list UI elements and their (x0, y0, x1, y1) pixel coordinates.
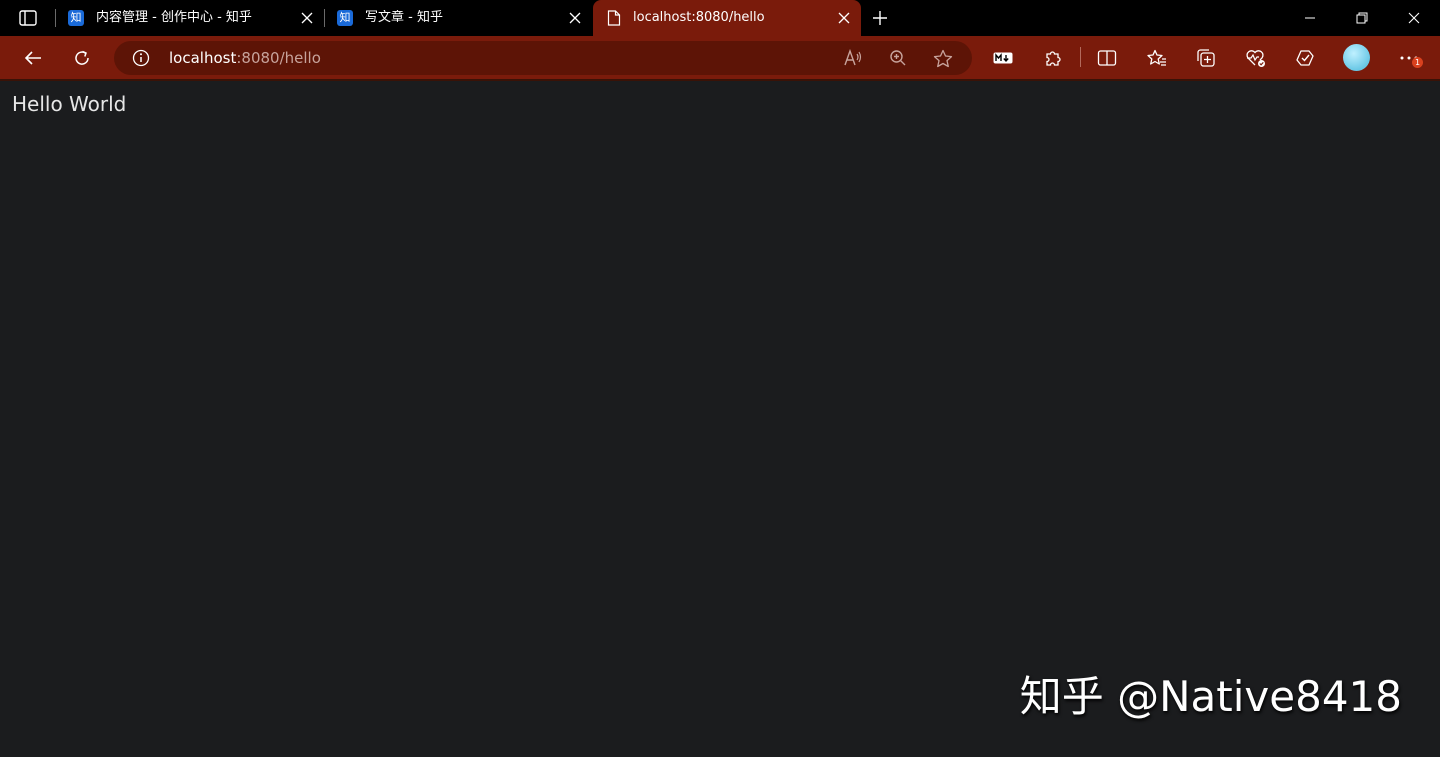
zoom-button[interactable] (883, 43, 913, 73)
address-bar[interactable]: localhost:8080/hello (114, 41, 972, 75)
page-viewport: Hello World 知乎 @Native8418 (0, 81, 1440, 757)
minimize-button[interactable] (1284, 0, 1336, 36)
collections-button[interactable] (1189, 41, 1223, 75)
extensions-button[interactable] (1036, 41, 1070, 75)
zhihu-icon: 知 (68, 10, 84, 26)
plus-icon (872, 10, 888, 26)
close-tab-icon[interactable] (298, 9, 316, 27)
favorites-button[interactable] (1140, 41, 1174, 75)
notification-badge: 1 (1412, 57, 1423, 68)
tab-actions-menu-button[interactable] (12, 6, 44, 30)
close-window-button[interactable] (1388, 0, 1440, 36)
restore-icon (1356, 12, 1368, 24)
refresh-button[interactable] (65, 41, 99, 75)
read-aloud-icon (843, 49, 863, 67)
favorites-icon (1147, 49, 1167, 68)
favorite-button[interactable] (928, 43, 958, 73)
browser-essentials-button[interactable] (1239, 41, 1273, 75)
markdown-extension-button[interactable] (986, 41, 1020, 75)
zoom-in-icon (889, 49, 907, 67)
arrow-left-icon (24, 50, 42, 66)
close-icon (1408, 12, 1420, 24)
refresh-icon (73, 49, 91, 67)
copilot-button[interactable] (1288, 41, 1322, 75)
url-host: localhost (169, 49, 237, 67)
profile-avatar[interactable] (1343, 44, 1370, 71)
document-icon (607, 10, 621, 26)
tab-title: 内容管理 - 创作中心 - 知乎 (96, 10, 252, 25)
restore-button[interactable] (1336, 0, 1388, 36)
copilot-icon (1295, 48, 1315, 68)
tab-localhost-hello[interactable]: localhost:8080/hello (593, 0, 861, 36)
browser-toolbar: localhost:8080/hello 1 (0, 36, 1440, 79)
tab-title: localhost:8080/hello (633, 10, 765, 25)
read-aloud-button[interactable] (838, 43, 868, 73)
zhihu-icon: 知 (337, 10, 353, 26)
collections-icon (1196, 48, 1216, 68)
back-button[interactable] (16, 41, 50, 75)
puzzle-icon (1043, 48, 1063, 68)
url-text[interactable]: localhost:8080/hello (169, 49, 321, 67)
close-tab-icon[interactable] (835, 9, 853, 27)
star-icon (933, 49, 953, 68)
tab-actions-icon (19, 10, 37, 26)
minimize-icon (1304, 12, 1316, 24)
split-screen-button[interactable] (1090, 41, 1124, 75)
heart-pulse-icon (1245, 48, 1267, 68)
tab-title: 写文章 - 知乎 (365, 10, 443, 25)
split-screen-icon (1097, 49, 1117, 67)
tab-content-management[interactable]: 知 内容管理 - 创作中心 - 知乎 (56, 0, 324, 36)
url-path: :8080/hello (236, 49, 321, 67)
markdown-icon (993, 52, 1013, 64)
tab-strip: 知 内容管理 - 创作中心 - 知乎 知 写文章 - 知乎 localhost:… (0, 0, 1440, 36)
new-tab-button[interactable] (866, 5, 894, 31)
site-info-icon[interactable] (132, 49, 150, 67)
close-tab-icon[interactable] (566, 9, 584, 27)
toolbar-divider (1080, 47, 1081, 67)
tab-write-article[interactable]: 知 写文章 - 知乎 (325, 0, 592, 36)
watermark: 知乎 @Native8418 (1019, 672, 1402, 721)
page-heading: Hello World (12, 92, 127, 116)
